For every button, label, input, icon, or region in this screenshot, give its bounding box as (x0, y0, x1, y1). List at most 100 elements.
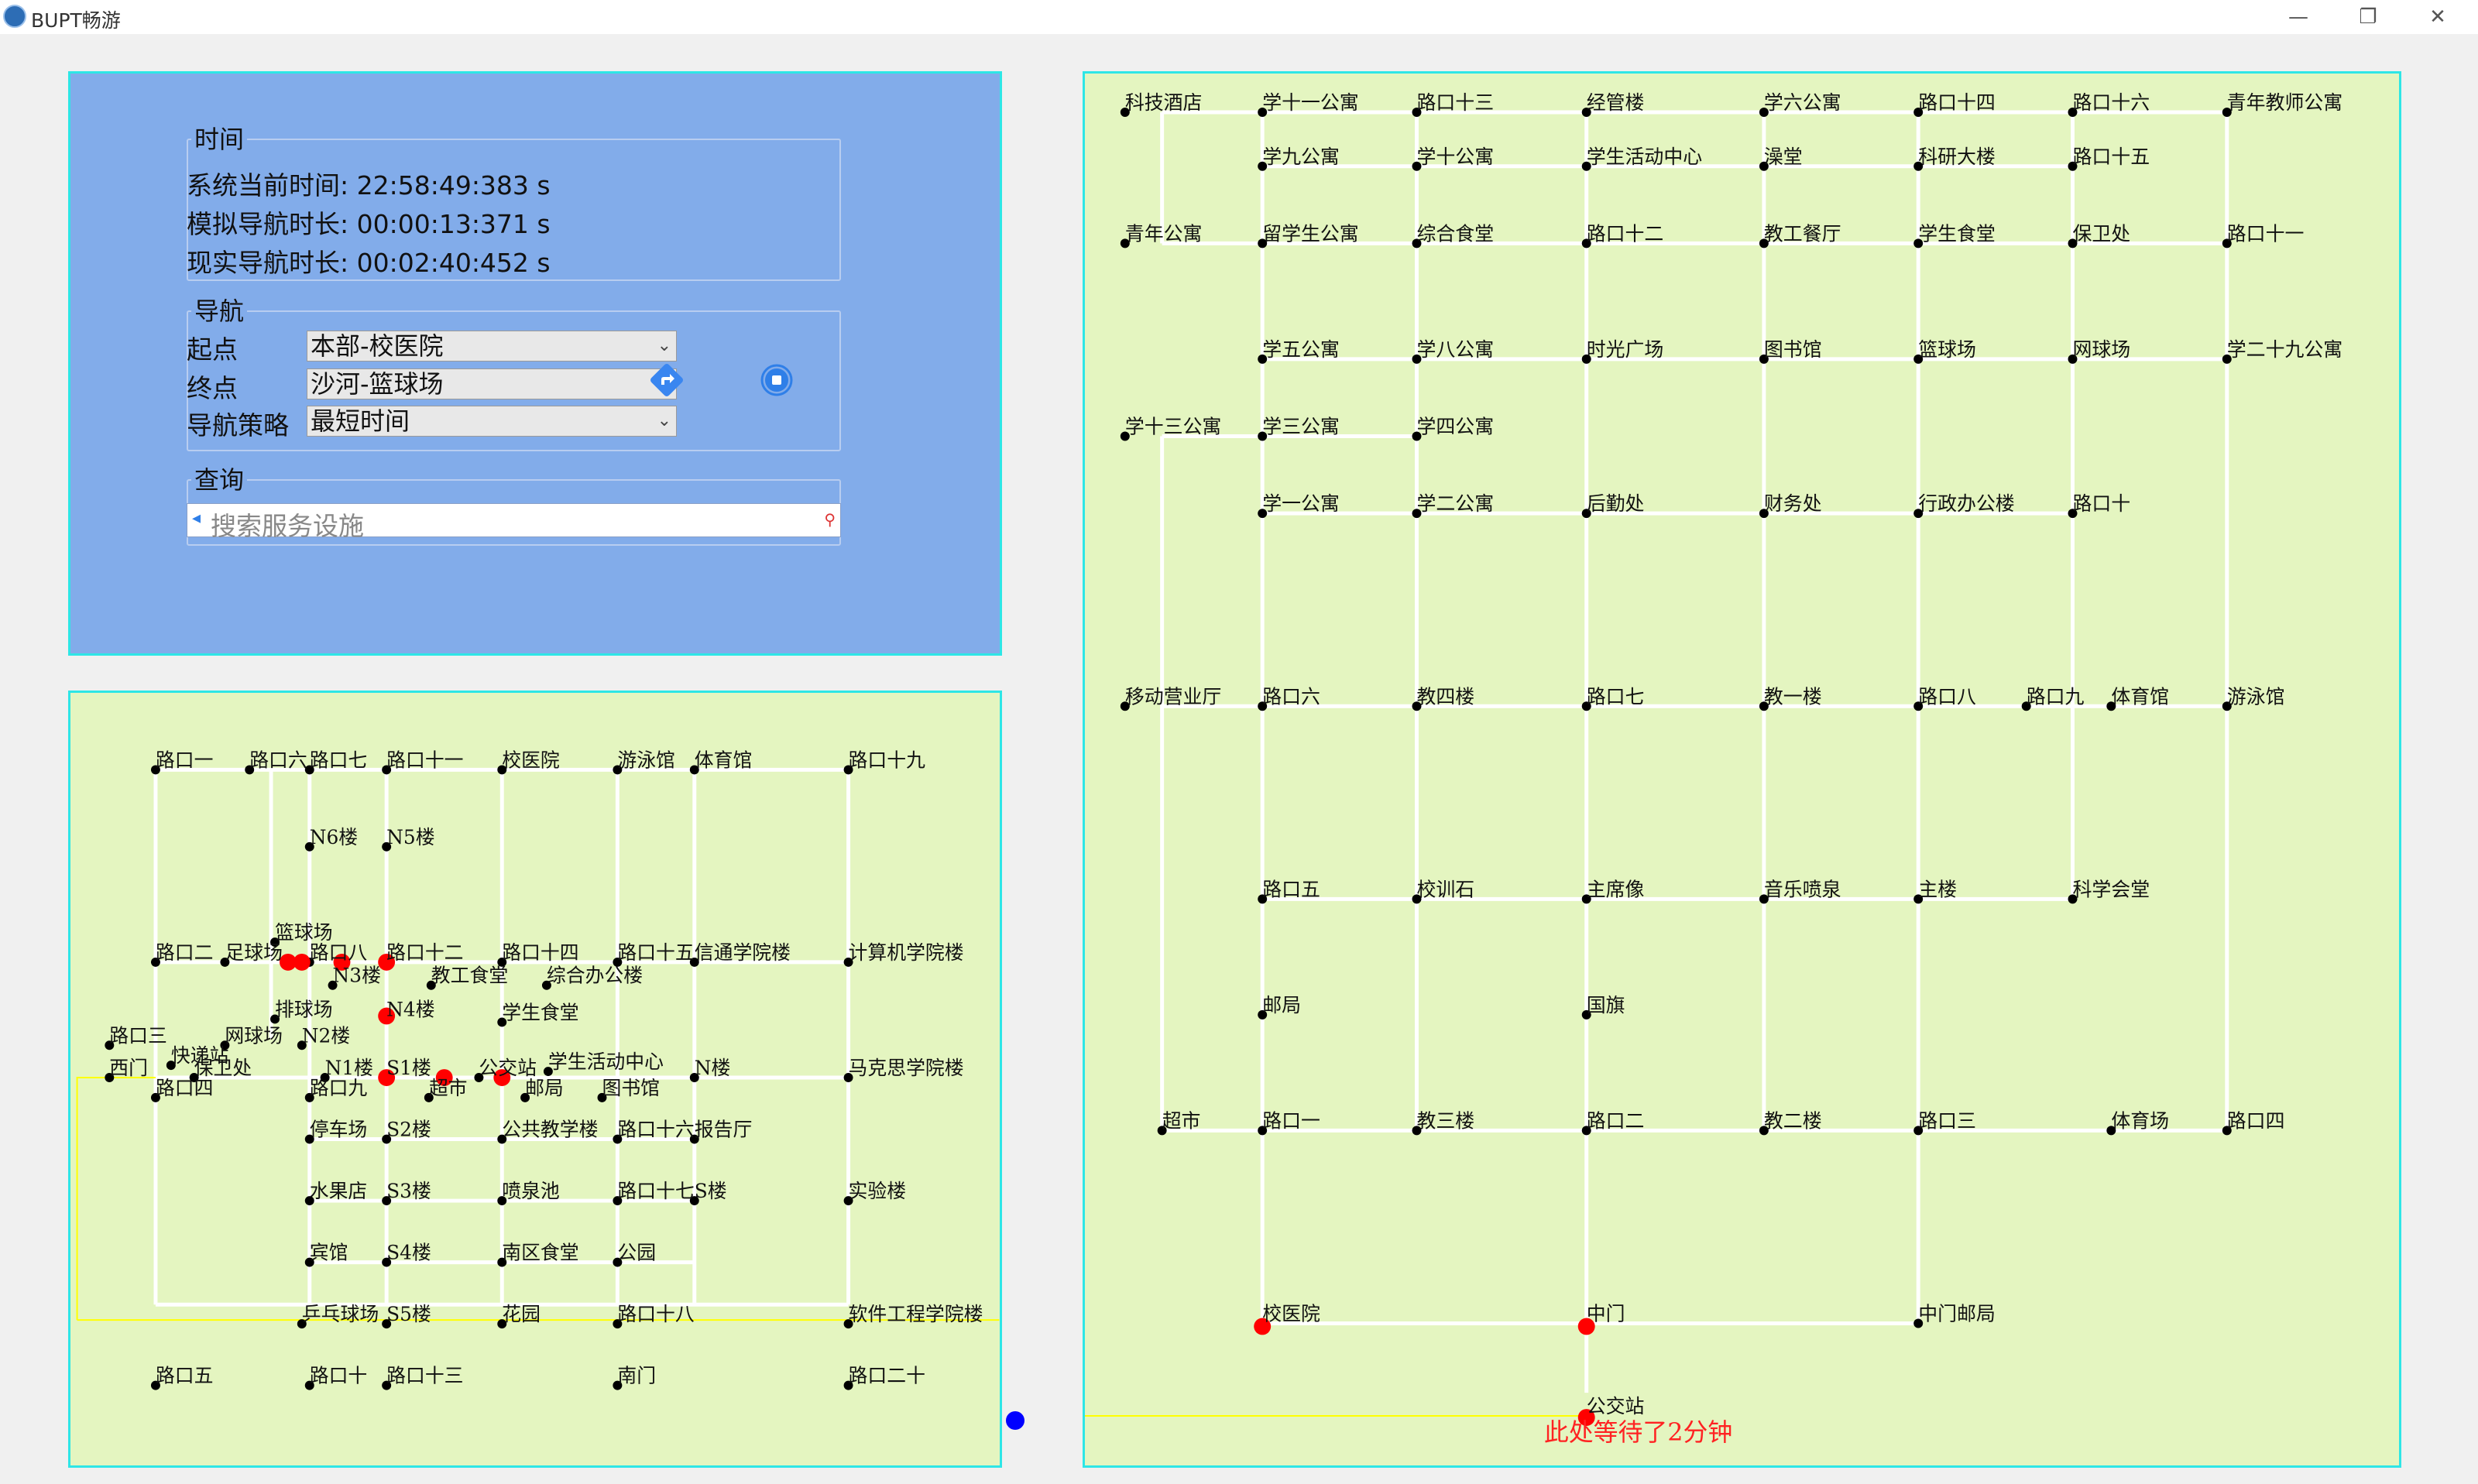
map-label[interactable]: 路口十八 (617, 1303, 695, 1325)
restore-button[interactable]: ❐ (2345, 3, 2391, 31)
map-label[interactable]: 学十一公寓 (1262, 91, 1359, 114)
map-label[interactable]: 学三公寓 (1262, 416, 1340, 438)
map-label[interactable]: 邮局 (525, 1077, 564, 1099)
map-label[interactable]: 科研大楼 (1918, 146, 1996, 168)
map-label[interactable]: 实验楼 (849, 1180, 907, 1202)
map-label[interactable]: 排球场 (275, 998, 333, 1020)
map-label[interactable]: 报告厅 (695, 1119, 753, 1141)
end-select[interactable]: 沙河-篮球场⌄ (307, 368, 677, 399)
map-label[interactable]: 路口一 (1262, 1109, 1320, 1132)
map-label[interactable]: 宾馆 (310, 1242, 348, 1264)
map-label[interactable]: 篮球场 (275, 921, 333, 944)
map-label[interactable]: 超市 (429, 1077, 468, 1099)
map-label[interactable]: 喷泉池 (502, 1180, 560, 1202)
map-label[interactable]: 篮球场 (1918, 338, 1976, 361)
map-label[interactable]: 路口五 (156, 1365, 214, 1387)
map-label[interactable]: 路口十一 (386, 749, 463, 771)
map-label[interactable]: 青年教师公寓 (2227, 91, 2342, 114)
map-label[interactable]: 南门 (617, 1365, 656, 1387)
map-label[interactable]: N楼 (695, 1057, 731, 1079)
map-label[interactable]: 网球场 (225, 1024, 283, 1047)
map-label[interactable]: 路口十六 (2072, 91, 2150, 114)
map-label[interactable]: 保卫处 (2072, 222, 2130, 245)
map-label[interactable]: 校医院 (502, 749, 560, 771)
map-label[interactable]: 水果店 (310, 1180, 368, 1202)
map-label[interactable]: 路口十三 (386, 1365, 463, 1387)
map-label[interactable]: 马克思学院楼 (849, 1057, 964, 1079)
map-label[interactable]: 保卫处 (194, 1057, 252, 1079)
stop-icon[interactable] (760, 363, 794, 397)
map-label[interactable]: 学生食堂 (1918, 222, 1996, 245)
map-label[interactable]: 路口十三 (1416, 91, 1494, 114)
map-label[interactable]: 路口九 (310, 1077, 368, 1099)
map-label[interactable]: 图书馆 (602, 1077, 660, 1099)
map-label[interactable]: 路口五 (1262, 878, 1320, 900)
map-label[interactable]: 公交站 (479, 1057, 537, 1079)
map-label[interactable]: 学四公寓 (1416, 416, 1494, 438)
map-label[interactable]: 路口三 (109, 1024, 167, 1047)
map-label[interactable]: 学二十九公寓 (2227, 338, 2342, 361)
map-label[interactable]: 教四楼 (1416, 685, 1474, 708)
map-label[interactable]: 学十三公寓 (1125, 416, 1222, 438)
map-label[interactable]: 路口二十 (849, 1365, 925, 1387)
map-label[interactable]: 中门 (1587, 1302, 1625, 1325)
map-label[interactable]: S3楼 (386, 1180, 431, 1202)
map-label[interactable]: 南区食堂 (502, 1242, 578, 1264)
map-label[interactable]: 图书馆 (1764, 338, 1822, 361)
map-label[interactable]: 路口七 (1587, 685, 1645, 708)
map-label[interactable]: 游泳馆 (2227, 685, 2285, 708)
map-label[interactable]: 路口一 (156, 749, 214, 771)
map-label[interactable]: N3楼 (333, 965, 381, 987)
map-label[interactable]: 路口十九 (849, 749, 926, 771)
map-label[interactable]: 信通学院楼 (695, 941, 791, 964)
map-label[interactable]: 教一楼 (1764, 685, 1822, 708)
map-label[interactable]: 学五公寓 (1262, 338, 1340, 361)
facility-search-input[interactable]: ◂ 搜索服务设施 ⚲ (187, 503, 841, 541)
map-label[interactable]: S5楼 (386, 1303, 431, 1325)
close-button[interactable]: ✕ (2415, 3, 2461, 31)
map-label[interactable]: 校医院 (1262, 1302, 1320, 1325)
map-label[interactable]: 路口四 (156, 1077, 214, 1099)
start-select[interactable]: 本部-校医院 ⌄ (307, 331, 677, 362)
map-label[interactable]: 路口十 (310, 1365, 368, 1387)
map-label[interactable]: 学生食堂 (502, 1001, 578, 1023)
map-label[interactable]: 国旗 (1587, 994, 1625, 1016)
map-label[interactable]: 教工餐厅 (1764, 222, 1841, 245)
map-label[interactable]: 游泳馆 (617, 749, 675, 771)
map-label[interactable]: 科学会堂 (2072, 878, 2150, 900)
navigate-icon[interactable] (650, 363, 684, 397)
map-label[interactable]: 路口十二 (386, 941, 463, 964)
map-label[interactable]: N4楼 (386, 998, 434, 1020)
map-label[interactable]: 路口七 (310, 749, 368, 771)
left-campus-map[interactable]: 路口一 路口六 路口七 路口十一 校医院 游泳馆 体育馆 路口十九 N6楼 N5… (68, 691, 1002, 1468)
map-label[interactable]: 移动营业厅 (1125, 685, 1222, 708)
strategy-select[interactable]: 最短时间 ⌄ (307, 406, 677, 437)
map-label[interactable]: 体育馆 (695, 749, 753, 771)
map-label[interactable]: 路口十六 (617, 1119, 694, 1141)
map-label[interactable]: 财务处 (1764, 492, 1822, 515)
map-label[interactable]: 路口二 (156, 941, 214, 964)
map-label[interactable]: 综合办公楼 (547, 965, 643, 987)
map-label[interactable]: 邮局 (1262, 994, 1301, 1016)
map-label[interactable]: 路口六 (1262, 685, 1320, 708)
map-label[interactable]: S楼 (695, 1180, 727, 1202)
map-label[interactable]: 路口六 (249, 749, 307, 771)
map-label[interactable]: 青年公寓 (1125, 222, 1203, 245)
map-label[interactable]: 公交站 (1587, 1395, 1645, 1417)
map-label[interactable]: 路口二 (1587, 1109, 1645, 1132)
map-label[interactable]: 学生活动中心 (548, 1050, 664, 1073)
map-label[interactable]: 学九公寓 (1262, 146, 1340, 168)
map-label[interactable]: 停车场 (310, 1119, 368, 1141)
search-icon[interactable]: ⚲ (824, 510, 836, 529)
map-label[interactable]: 路口十 (2072, 492, 2130, 515)
map-label[interactable]: 校训石 (1416, 878, 1474, 900)
map-label[interactable]: N6楼 (310, 826, 358, 848)
map-label[interactable]: 主席像 (1587, 878, 1645, 900)
map-label[interactable]: 路口十五 (617, 941, 694, 964)
map-label[interactable]: N2楼 (302, 1024, 350, 1047)
map-label[interactable]: 西门 (109, 1057, 148, 1079)
map-label[interactable]: 音乐喷泉 (1764, 878, 1841, 900)
map-label[interactable]: 行政办公楼 (1918, 492, 2015, 515)
map-label[interactable]: 学十公寓 (1416, 146, 1494, 168)
map-label[interactable]: 时光广场 (1587, 338, 1664, 361)
